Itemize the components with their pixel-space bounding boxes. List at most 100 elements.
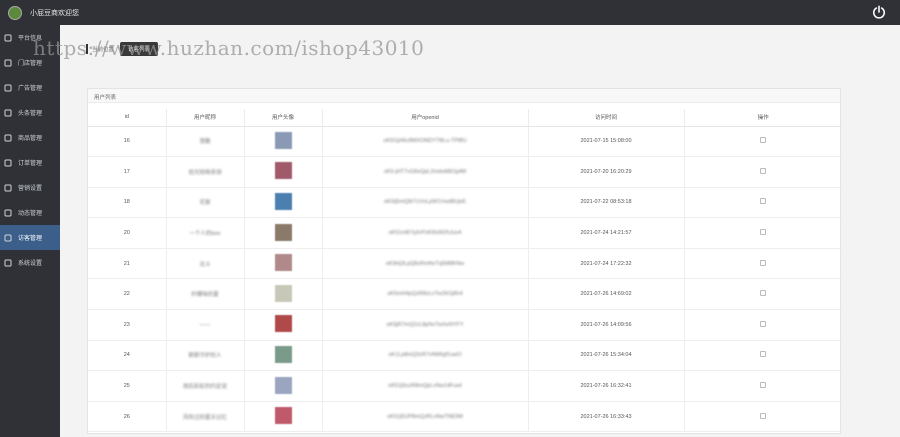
cell-nickname-text: 拾光知晓亲测	[188, 169, 222, 176]
cell-openid: oK5-jHT7vG8xQpL2mdxABOg4M	[322, 156, 529, 188]
cell-nickname-text: 慧鹏	[199, 139, 211, 146]
cell-id-text: 20	[123, 230, 130, 237]
cell-action	[684, 217, 842, 249]
cell-id: 21	[88, 248, 167, 280]
delete-icon[interactable]	[760, 412, 767, 419]
sidebar-item[interactable]: 营销设置	[0, 175, 60, 200]
cell-nickname: 慧鹏	[166, 126, 245, 158]
cell-openid: oK51j5UP8mQzRLvNwTNE5M	[322, 401, 529, 433]
avatar	[274, 315, 292, 333]
avatar	[274, 162, 292, 180]
cell-nickname: 拾光知晓亲测	[166, 156, 245, 188]
cell-time: 2021-07-26 14:09:56	[528, 309, 685, 341]
cell-id: 23	[88, 309, 167, 341]
cell-time: 2021-07-24 14:21:57	[528, 217, 685, 249]
cell-time-text: 2021-07-24 14:21:57	[580, 230, 632, 237]
cell-action	[684, 156, 842, 188]
cell-id-text: 18	[123, 199, 130, 206]
delete-icon[interactable]	[760, 137, 767, 144]
cell-id: 18	[88, 187, 167, 219]
sidebar-item[interactable]: 访客管理	[0, 225, 60, 250]
cell-openid-text: oK51j5ozR8mQpLvNw14FuwI	[388, 383, 462, 390]
delete-icon[interactable]	[760, 259, 767, 266]
marketing-icon	[4, 184, 12, 192]
cell-openid: oK51mB7qXrPzKl9sW2hJuv4	[322, 217, 529, 249]
cell-nickname-text: 北斗	[199, 261, 211, 268]
cell-avatar	[244, 340, 323, 372]
cell-id-text: 24	[123, 352, 130, 359]
cell-nickname: 柠檬味的夏	[166, 278, 245, 311]
app-logo	[8, 5, 22, 20]
panel-title: 用户列表	[88, 89, 840, 103]
cell-nickname: ——	[166, 309, 245, 341]
cell-action	[684, 278, 842, 311]
app-title: 小屁豆商欢迎您	[30, 9, 79, 17]
cell-openid: oK1Lp8mQ3zR7vNtWgf1uwO	[322, 340, 529, 372]
cell-openid: oK5mH4pQzR8vLnTw2KGjRr4	[322, 278, 529, 311]
avatar	[274, 345, 292, 363]
cell-openid-text: oK5I1jH6c8MXONDYTBLu-TP8fU	[383, 138, 467, 145]
cell-openid-text: oK5Ij5mQ8rTzVnLpW1Vwd8UjeE	[383, 199, 467, 206]
delete-icon[interactable]	[760, 351, 767, 358]
user-list-panel: 用户列表 id 用户昵称 用户头像 用户openid 访问时间 操作 16 慧鹏 oK5I1j…	[87, 88, 842, 434]
cell-id: 26	[88, 401, 167, 433]
delete-icon[interactable]	[760, 229, 767, 236]
news-icon	[4, 109, 12, 117]
table-row: 25 雨后彩虹的约定说 oK51j5ozR8mQpLvNw14FuwI 2021-07…	[88, 370, 842, 402]
column-header: 用户openid	[322, 109, 529, 127]
cell-id-text: 16	[123, 138, 130, 145]
cell-time-text: 2021-07-24 17:22:32	[580, 260, 632, 267]
cell-nickname: 风吹过的夏天记忆	[166, 401, 245, 433]
cell-time: 2021-07-26 14:69:02	[528, 278, 685, 311]
cell-openid: oK5jR7mQ2zL8pNvTwXeNYFY	[322, 309, 529, 341]
cell-action	[684, 126, 842, 158]
cell-time: 2021-07-26 16:33:43	[528, 401, 685, 433]
cell-nickname: 雨后彩虹的约定说	[166, 370, 245, 402]
avatar	[274, 376, 292, 394]
cell-openid: oK5I1jH6c8MXONDYTBLu-TP8fU	[322, 126, 529, 158]
column-header: 用户昵称	[166, 109, 245, 127]
sidebar-item[interactable]: 头条管理	[0, 100, 60, 125]
cell-id-text: 26	[123, 413, 130, 420]
cell-id-text: 25	[123, 383, 130, 390]
cell-openid: oK5Ij5mQ8rTzVnLpW1Vwd8UjeE	[322, 187, 529, 219]
delete-icon[interactable]	[760, 167, 767, 174]
avatar	[274, 254, 292, 272]
cell-avatar	[244, 278, 323, 311]
sidebar-item-label: 广告管理	[18, 86, 43, 92]
store-icon	[4, 59, 12, 67]
feed-icon	[4, 209, 12, 217]
ad-icon	[4, 84, 12, 92]
cell-nickname: 一个人的bee	[166, 217, 245, 249]
avatar	[274, 131, 292, 149]
cell-openid-text: oK9Hj3LpQ8zRmNvTq5M8KNw	[385, 260, 465, 267]
delete-icon[interactable]	[760, 320, 767, 327]
cell-nickname: 默默守护的人	[166, 340, 245, 372]
sidebar-item[interactable]: 动态管理	[0, 200, 60, 225]
sidebar-item[interactable]: 系统设置	[0, 250, 60, 275]
delete-icon[interactable]	[760, 198, 767, 205]
sidebar-item[interactable]: 商品管理	[0, 125, 60, 150]
delete-icon[interactable]	[760, 290, 767, 297]
cell-avatar	[244, 126, 323, 158]
sidebar-item[interactable]: 订单管理	[0, 150, 60, 175]
main-content: 当前位置 访客列表 用户列表 id 用户昵称 用户头像 用户openid 访问时间 操作 …	[60, 25, 900, 437]
table-row: 16 慧鹏 oK5I1jH6c8MXONDYTBLu-TP8fU 2021-07-15…	[88, 126, 842, 158]
cell-nickname: 北斗	[166, 248, 245, 280]
cell-time-text: 2021-07-20 16:20:29	[580, 168, 632, 175]
delete-icon[interactable]	[760, 382, 767, 389]
cell-openid-text: oK5jR7mQ2zL8pNvTwXeNYFY	[386, 321, 464, 328]
cell-openid-text: oK1Lp8mQ3zR7vNtWgf1uwO	[388, 352, 462, 359]
cell-id-text: 23	[123, 321, 130, 328]
sidebar-item-label: 订单管理	[18, 161, 43, 167]
cell-id: 22	[88, 278, 167, 311]
cell-avatar	[244, 401, 323, 433]
cell-action	[684, 187, 842, 219]
cell-action	[684, 370, 842, 402]
cell-openid-text: oK5-jHT7vG8xQpL2mdxABOg4M	[383, 168, 467, 175]
avatar	[274, 223, 292, 241]
cell-time-text: 2021-07-26 16:33:43	[580, 413, 632, 420]
power-icon[interactable]	[872, 5, 886, 19]
cell-time: 2021-07-26 16:32:41	[528, 370, 685, 402]
sidebar-item[interactable]: 广告管理	[0, 75, 60, 100]
